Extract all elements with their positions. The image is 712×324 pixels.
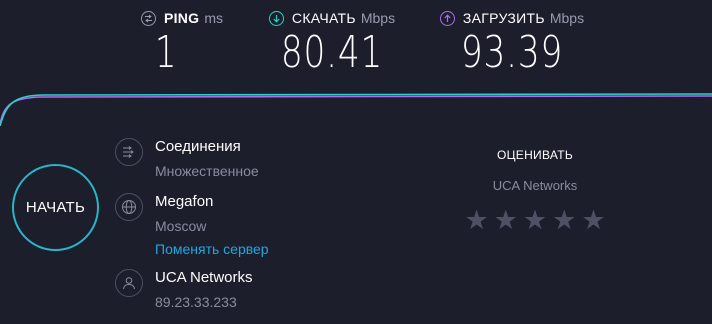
ping-metric: PING ms 1 bbox=[136, 8, 228, 78]
download-graph-line bbox=[0, 93, 712, 126]
upload-value: 93.39 bbox=[460, 27, 564, 78]
upload-label: ЗАГРУЗИТЬ bbox=[462, 10, 545, 26]
ping-label: PING bbox=[163, 10, 200, 26]
change-server-link[interactable]: Поменять сервер bbox=[155, 240, 269, 258]
rating-provider: UCA Networks bbox=[492, 178, 578, 193]
ping-unit: ms bbox=[204, 10, 224, 26]
rating-title: ОЦЕНИВАТЬ bbox=[496, 148, 574, 162]
download-metric: СКАЧАТЬ Mbps 80.41 bbox=[262, 8, 402, 78]
connections-icon bbox=[115, 138, 143, 166]
download-arrow-icon bbox=[268, 10, 284, 26]
results-header: PING ms 1 СКАЧАТЬ Mbps 80.41 ЗАГРУЗИТЬ M… bbox=[0, 0, 712, 92]
host-ip: 89.23.33.233 bbox=[155, 294, 237, 310]
rating-stars: ★ ★ ★ ★ ★ bbox=[455, 207, 615, 235]
rating-star-icon[interactable]: ★ bbox=[464, 207, 488, 235]
user-icon bbox=[115, 269, 143, 297]
isp-text: Megafon Moscow Поменять сервер bbox=[155, 193, 269, 258]
ping-value: 1 bbox=[154, 27, 178, 78]
speed-graph bbox=[0, 93, 712, 126]
ping-icon bbox=[140, 10, 156, 26]
host-text: UCA Networks 89.23.33.233 bbox=[155, 269, 253, 311]
ping-header: PING ms bbox=[136, 8, 228, 28]
connections-value: Множественное bbox=[155, 163, 259, 179]
upload-arrow-icon bbox=[439, 10, 455, 26]
connections-text: Соединения Множественное bbox=[155, 138, 259, 180]
download-value: 80.41 bbox=[280, 27, 384, 78]
isp-name: Megafon bbox=[155, 193, 214, 210]
upload-header: ЗАГРУЗИТЬ Mbps bbox=[432, 8, 592, 28]
connections-title: Соединения bbox=[155, 138, 241, 155]
rating-star-icon[interactable]: ★ bbox=[552, 207, 576, 235]
start-button[interactable]: НАЧАТЬ bbox=[12, 164, 99, 251]
rating-star-icon[interactable]: ★ bbox=[494, 207, 518, 235]
rating-star-icon[interactable]: ★ bbox=[581, 207, 605, 235]
host-name: UCA Networks bbox=[155, 269, 253, 286]
download-header: СКАЧАТЬ Mbps bbox=[262, 8, 402, 28]
upload-graph-line bbox=[0, 95, 712, 125]
upload-metric: ЗАГРУЗИТЬ Mbps 93.39 bbox=[432, 8, 592, 78]
download-unit: Mbps bbox=[360, 10, 396, 26]
rating-panel: ОЦЕНИВАТЬ UCA Networks ★ ★ ★ ★ ★ bbox=[455, 148, 615, 235]
download-label: СКАЧАТЬ bbox=[291, 10, 356, 26]
globe-icon bbox=[115, 193, 143, 221]
isp-location: Moscow bbox=[155, 218, 207, 234]
upload-unit: Mbps bbox=[549, 10, 585, 26]
rating-star-icon[interactable]: ★ bbox=[523, 207, 547, 235]
